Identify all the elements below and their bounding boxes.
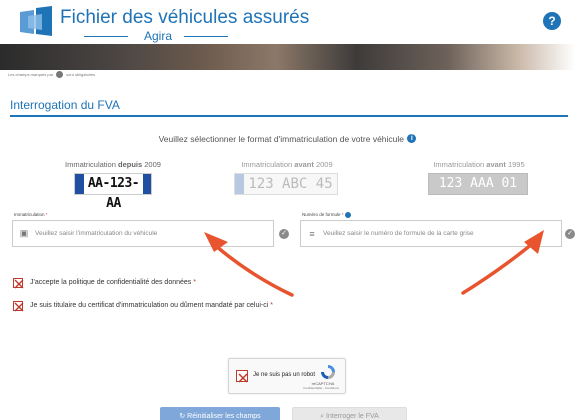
immatriculation-input[interactable]: ▣ Veuillez saisir l'immatriculation du v… bbox=[12, 220, 274, 247]
required-mark: * bbox=[268, 302, 273, 309]
plate-sample-since-2009[interactable]: AA-123-AA bbox=[74, 173, 152, 211]
agira-logo-icon bbox=[20, 6, 52, 36]
plate-option-year: 2009 bbox=[142, 160, 161, 169]
required-mark: * bbox=[191, 279, 196, 286]
app-subtitle-block: Agira bbox=[84, 29, 244, 43]
immat-label: Immatriculation * bbox=[14, 212, 48, 217]
plate-sample-before-2009[interactable]: 123 ABC 45 bbox=[234, 173, 338, 195]
plate-option-before-1995[interactable]: Immatriculation avant 1995 bbox=[404, 160, 554, 169]
eu-flag-icon bbox=[75, 174, 84, 194]
plate-option-emph: depuis bbox=[117, 160, 143, 169]
immat-placeholder: Veuillez saisir l'immatriculation du véh… bbox=[35, 230, 158, 237]
section-title: Interrogation du FVA bbox=[10, 98, 120, 112]
cross-icon bbox=[238, 373, 248, 383]
section-divider bbox=[10, 115, 568, 117]
info-icon[interactable]: i bbox=[407, 134, 417, 143]
plate-option-year: 1995 bbox=[505, 160, 525, 169]
formule-label: Numéro de formule * bbox=[302, 212, 351, 218]
required-fields-note: Les champs marqués par sont obligatoires bbox=[8, 71, 95, 78]
cross-icon bbox=[14, 302, 24, 312]
header-banner-image bbox=[0, 44, 575, 70]
recaptcha-label: Je ne suis pas un robot bbox=[253, 372, 316, 378]
app-header: Fichier des véhicules assurés Agira ? bbox=[0, 0, 575, 44]
format-prompt-text: Veuillez sélectionner le format d'immatr… bbox=[158, 134, 405, 144]
immat-check-icon: ✓ bbox=[279, 229, 289, 239]
recaptcha-widget[interactable]: Je ne suis pas un robot reCAPTCHA Confid… bbox=[228, 358, 346, 394]
app-subtitle: Agira bbox=[144, 29, 173, 43]
subtitle-divider-left bbox=[84, 36, 128, 37]
plate-text: AA-123-AA bbox=[87, 176, 140, 211]
car-icon: ▣ bbox=[19, 228, 29, 238]
region-badge-icon bbox=[143, 174, 151, 194]
plate-sample-before-1995[interactable]: 123 AAA 01 bbox=[428, 173, 528, 195]
formule-placeholder: Veuillez saisir le numéro de formule de … bbox=[323, 230, 474, 237]
plate-option-since-2009[interactable]: Immatriculation depuis 2009 bbox=[38, 160, 188, 169]
formule-check-icon: ✓ bbox=[565, 229, 575, 239]
subtitle-divider-right bbox=[184, 36, 228, 37]
required-mark: * bbox=[45, 212, 48, 217]
reset-fields-button[interactable]: ↻ Réinitialiser les champs bbox=[160, 407, 280, 420]
required-note-text: Les champs marqués par bbox=[8, 72, 54, 77]
plate-option-prefix: Immatriculation bbox=[65, 160, 118, 169]
recaptcha-logo-icon bbox=[321, 365, 335, 379]
holder-consent-label[interactable]: Je suis titulaire du certificat d'immatr… bbox=[30, 302, 273, 309]
plate-option-year: 2009 bbox=[313, 160, 333, 169]
immat-label-text: Immatriculation bbox=[14, 212, 45, 217]
required-note-suffix: sont obligatoires bbox=[66, 72, 96, 77]
privacy-consent-checkbox[interactable] bbox=[13, 278, 24, 289]
plate-text: 123 ABC 45 bbox=[248, 176, 333, 192]
holder-consent-text: Je suis titulaire du certificat d'immatr… bbox=[30, 302, 269, 309]
plate-option-prefix: Immatriculation bbox=[433, 160, 487, 169]
plate-option-emph: avant bbox=[294, 160, 314, 169]
format-prompt: Veuillez sélectionner le format d'immatr… bbox=[0, 134, 575, 144]
privacy-consent-text: J'accepte la politique de confidentialit… bbox=[30, 279, 192, 286]
check-icon bbox=[56, 71, 64, 78]
info-icon[interactable] bbox=[344, 212, 351, 218]
privacy-consent-label[interactable]: J'accepte la politique de confidentialit… bbox=[30, 279, 196, 286]
eu-flag-icon bbox=[235, 174, 244, 194]
formule-label-text: Numéro de formule bbox=[302, 212, 341, 218]
lines-icon: ≡ bbox=[309, 228, 315, 239]
help-icon[interactable]: ? bbox=[543, 12, 561, 30]
plate-option-prefix: Immatriculation bbox=[241, 160, 295, 169]
holder-consent-checkbox[interactable] bbox=[13, 301, 24, 312]
formule-number-input[interactable]: ≡ Veuillez saisir le numéro de formule d… bbox=[300, 220, 562, 247]
recaptcha-checkbox[interactable] bbox=[236, 370, 248, 383]
query-fva-button[interactable]: ⌕ Interroger le FVA bbox=[292, 407, 407, 420]
required-mark: * bbox=[341, 212, 344, 218]
plate-option-before-2009[interactable]: Immatriculation avant 2009 bbox=[212, 160, 362, 169]
cross-icon bbox=[14, 279, 24, 289]
recaptcha-links[interactable]: Confidentialité - Conditions bbox=[301, 386, 341, 390]
plate-option-emph: avant bbox=[486, 160, 506, 169]
app-title: Fichier des véhicules assurés bbox=[60, 7, 310, 28]
